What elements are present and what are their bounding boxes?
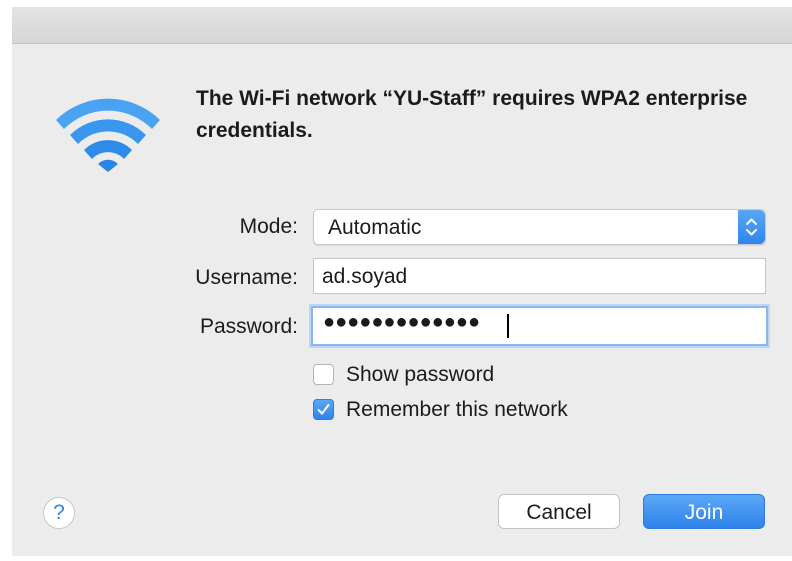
password-field[interactable]: ●●●●●●●●●●●●● (311, 306, 768, 346)
username-field[interactable]: ad.soyad (313, 258, 766, 294)
join-button[interactable]: Join (643, 494, 765, 529)
password-label: Password: (199, 315, 298, 338)
checkmark-icon (317, 404, 330, 415)
dialog-message: The Wi-Fi network “YU-Staff” requires WP… (196, 87, 748, 142)
remember-network-label[interactable]: Remember this network (346, 398, 568, 422)
mode-select[interactable]: Automatic (313, 209, 766, 245)
username-label: Username: (195, 266, 298, 289)
select-stepper-icon[interactable] (738, 210, 765, 244)
remember-network-checkbox[interactable] (313, 399, 334, 420)
show-password-checkbox[interactable] (313, 364, 334, 385)
show-password-label[interactable]: Show password (346, 363, 494, 387)
cancel-button[interactable]: Cancel (498, 494, 620, 529)
mode-select-value: Automatic (328, 216, 422, 239)
username-value: ad.soyad (322, 265, 408, 288)
wifi-credentials-dialog: The Wi-Fi network “YU-Staff” requires WP… (12, 7, 792, 556)
text-caret (507, 314, 509, 338)
title-bar[interactable] (12, 7, 792, 44)
mode-label: Mode: (239, 215, 298, 238)
help-button[interactable]: ? (43, 497, 75, 529)
wifi-icon (56, 98, 160, 172)
password-value: ●●●●●●●●●●●●● (323, 311, 481, 333)
